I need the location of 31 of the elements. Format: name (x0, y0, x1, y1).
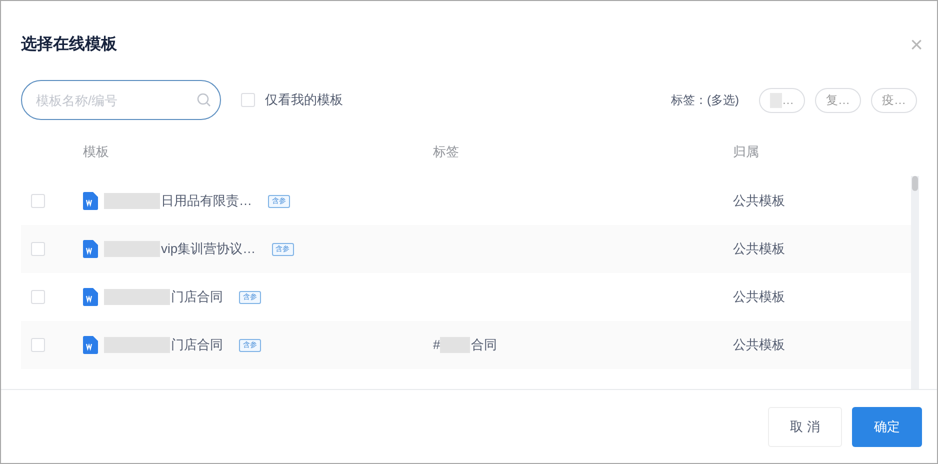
template-name: 门店合同 (171, 288, 223, 306)
word-file-icon (83, 192, 98, 210)
tags-filter-label: 标签：(多选) (671, 92, 739, 109)
search-icon[interactable] (197, 93, 211, 107)
tag-text: 合同 (471, 336, 498, 354)
scrollbar-thumb[interactable] (912, 176, 918, 191)
cancel-button[interactable]: 取 消 (768, 406, 842, 446)
column-header: 归属 (733, 143, 759, 162)
column-header: 标签 (433, 143, 460, 162)
checkbox[interactable] (31, 290, 45, 304)
column-header: 模板 (83, 143, 110, 162)
word-file-icon (83, 336, 98, 354)
owner-cell-text: 公共模板 (733, 336, 785, 354)
owner-cell-text: 公共模板 (733, 192, 785, 210)
template-name: 日用品有限责… (161, 192, 252, 210)
checkbox[interactable] (31, 338, 45, 352)
template-name: 门店合同 (171, 336, 223, 354)
owner-cell-text: 公共模板 (733, 288, 785, 306)
owner-cell-text: 公共模板 (733, 240, 785, 258)
tag-text: # (433, 336, 440, 354)
word-file-icon (83, 288, 98, 306)
checkbox[interactable] (241, 93, 255, 107)
checkbox[interactable] (31, 194, 45, 208)
confirm-button[interactable]: 确定 (852, 406, 922, 446)
dialog-title: 选择在线模板 (21, 34, 117, 55)
redacted-block (440, 337, 470, 353)
checkbox[interactable] (31, 242, 45, 256)
template-name: vip集训营协议… (161, 240, 256, 258)
only-mine-label: 仅看我的模板 (265, 91, 343, 110)
search-field[interactable]: 模板名称/编号 (21, 80, 221, 120)
word-file-icon (83, 240, 98, 258)
